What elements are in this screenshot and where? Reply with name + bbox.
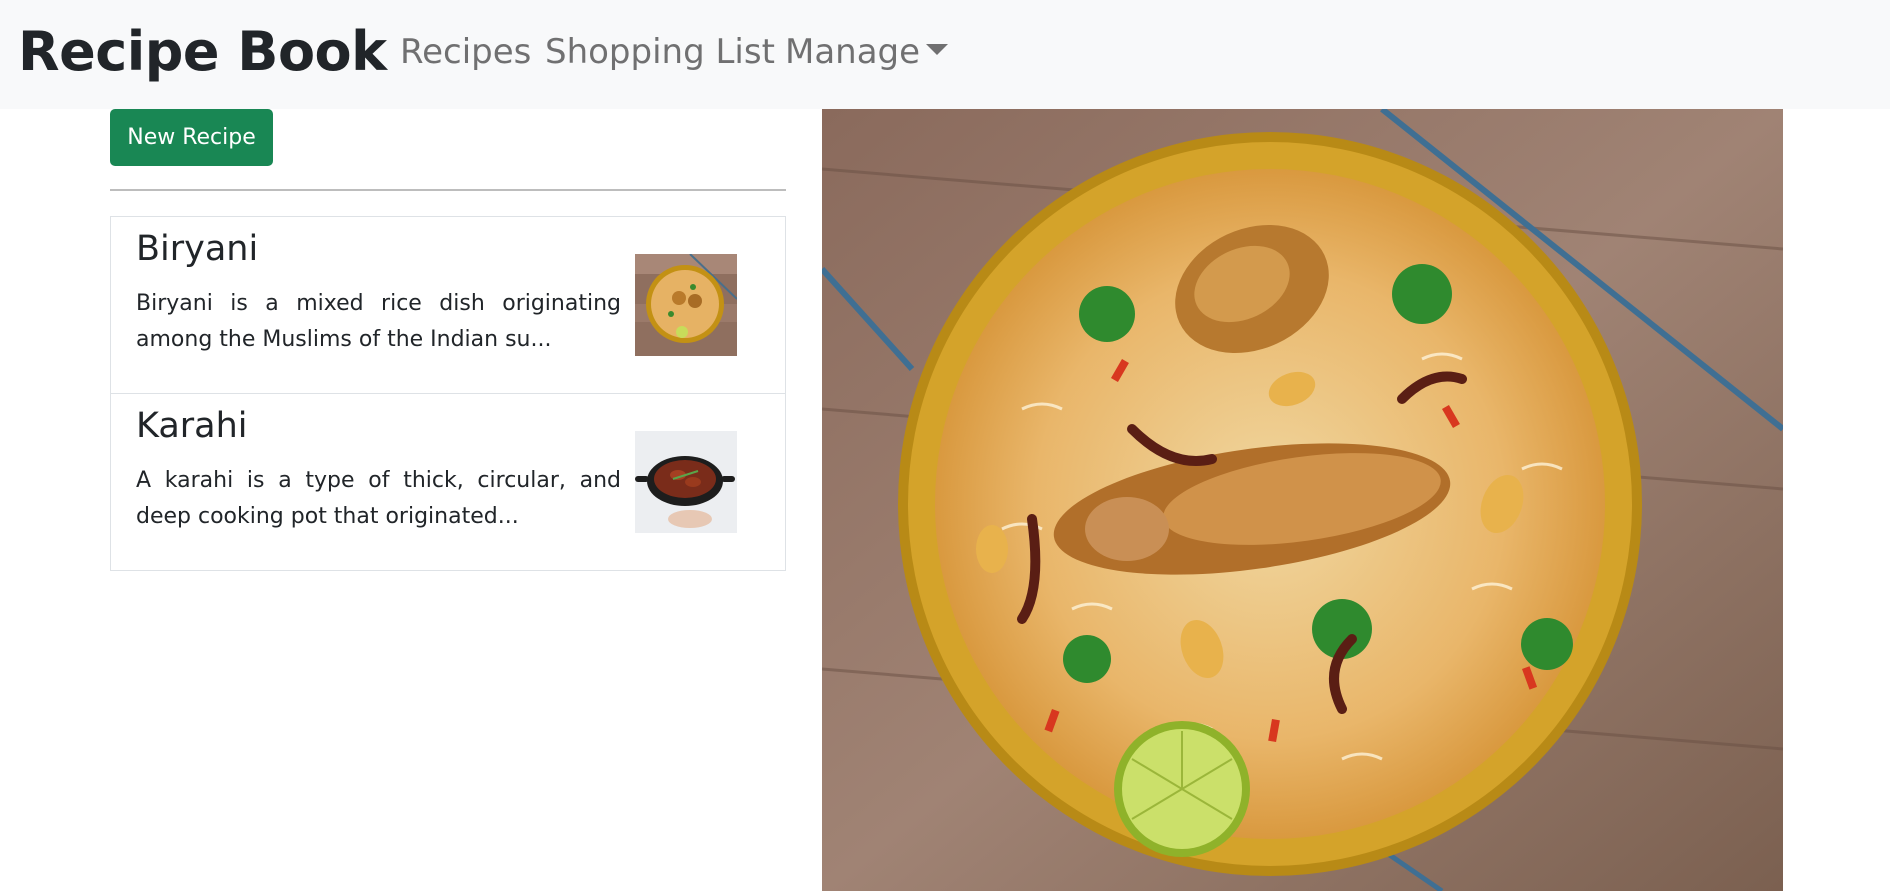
brand-link[interactable]: Recipe Book [18,20,387,83]
recipe-list: Biryani Biryani is a mixed rice dish ori… [110,216,786,571]
divider [110,189,786,191]
recipe-item-biryani[interactable]: Biryani Biryani is a mixed rice dish ori… [110,216,786,394]
recipe-item-karahi[interactable]: Karahi A karahi is a type of thick, circ… [110,393,786,571]
new-recipe-button[interactable]: New Recipe [110,109,273,166]
recipe-title: Karahi [136,406,248,446]
recipe-description: A karahi is a type of thick, circular, a… [136,468,621,529]
nav-manage-dropdown[interactable]: Manage [785,32,949,72]
recipe-title: Biryani [136,229,259,269]
recipe-detail-image [822,109,1783,891]
manage-label: Manage [785,32,921,72]
nav-shopping-list-link[interactable]: Shopping List [545,32,775,72]
navbar: Recipe Book Recipes Shopping List Manage [0,0,1890,109]
recipe-description: Biryani is a mixed rice dish originating… [136,291,621,352]
nav-recipes-link[interactable]: Recipes [400,32,531,72]
karahi-thumbnail [635,431,737,533]
caret-down-icon [926,44,949,55]
biryani-thumbnail [635,254,737,356]
